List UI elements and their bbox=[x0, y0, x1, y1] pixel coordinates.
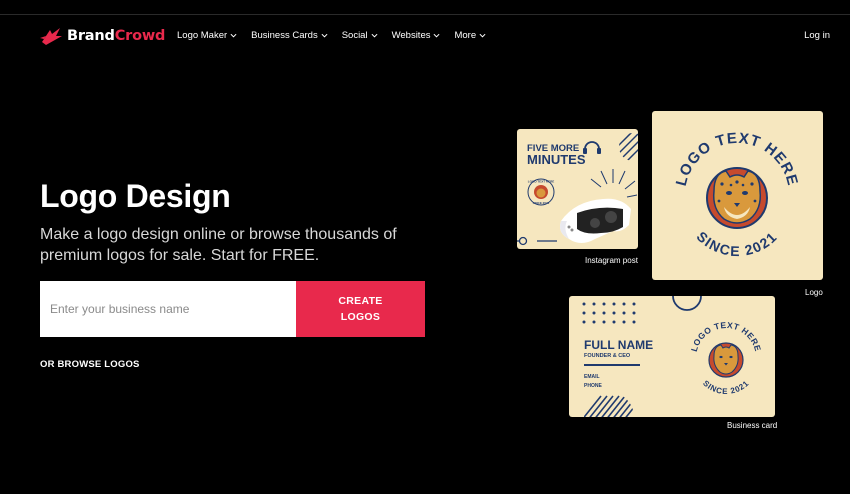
cheetah-icon bbox=[706, 167, 768, 229]
instagram-post-preview[interactable]: FIVE MORE MINUTES LOGO TEXT HERE SINCE 2… bbox=[517, 129, 638, 249]
badge-bottom-text: SINCE 2021 bbox=[533, 201, 550, 205]
brand-name: BrandCrowd bbox=[67, 28, 166, 44]
card-full-name: FULL NAME bbox=[584, 338, 654, 352]
dot-pattern bbox=[582, 302, 636, 324]
business-card-caption: Business card bbox=[727, 421, 778, 430]
nav-websites[interactable]: Websites bbox=[392, 30, 441, 41]
logo-preview[interactable]: LOGO TEXT HERE SINCE 2021 bbox=[652, 111, 823, 280]
badge-top-text: LOGO TEXT HERE bbox=[528, 180, 555, 184]
nav-label: Websites bbox=[391, 30, 431, 41]
nav-business-cards[interactable]: Business Cards bbox=[251, 30, 328, 41]
chevron-down-icon bbox=[433, 33, 440, 38]
instagram-caption: Instagram post bbox=[585, 256, 638, 265]
nav-label: Social bbox=[341, 30, 368, 41]
card-email: EMAIL bbox=[584, 374, 600, 380]
chevron-down-icon bbox=[479, 33, 486, 38]
top-divider bbox=[0, 14, 850, 15]
hero-subtitle: Make a logo design online or browse thou… bbox=[40, 226, 397, 264]
chevron-down-icon bbox=[321, 33, 328, 38]
nav-label: Logo Maker bbox=[177, 30, 228, 41]
chevron-down-icon bbox=[371, 33, 378, 38]
browse-logos-link[interactable]: OR BROWSE LOGOS bbox=[40, 359, 140, 370]
card-arc-bottom: SINCE 2021 bbox=[701, 379, 750, 396]
cta-line1: CREATE bbox=[338, 295, 383, 307]
chevron-down-icon bbox=[230, 33, 237, 38]
business-name-input[interactable] bbox=[40, 281, 296, 337]
nav-logo-maker[interactable]: Logo Maker bbox=[177, 30, 237, 41]
logo-caption: Logo bbox=[805, 288, 823, 297]
logo-artwork: LOGO TEXT HERE SINCE 2021 bbox=[673, 130, 800, 259]
create-logos-button[interactable]: CREATE LOGOS bbox=[296, 281, 425, 337]
business-name-form: CREATE LOGOS bbox=[40, 281, 425, 337]
page-title: Logo Design bbox=[40, 178, 231, 214]
login-link[interactable]: Log in bbox=[804, 30, 830, 41]
instagram-artwork: LOGO TEXT HERE SINCE 2021 bbox=[517, 133, 638, 246]
nav-label: Business Cards bbox=[251, 30, 318, 41]
brand-logo[interactable]: BrandCrowd bbox=[40, 26, 165, 46]
brandcrowd-mark-icon bbox=[40, 28, 62, 45]
card-role: FOUNDER & CEO bbox=[584, 353, 631, 359]
game-controller-icon bbox=[560, 198, 631, 243]
main-nav: Logo Maker Business Cards Social Website… bbox=[177, 30, 500, 41]
business-card-preview[interactable]: LOGO TEXT HERE SINCE 2021 FULL NAME FOUN… bbox=[569, 296, 775, 417]
card-phone: PHONE bbox=[584, 383, 602, 389]
svg-text:SINCE 2021: SINCE 2021 bbox=[701, 379, 751, 396]
nav-label: More bbox=[454, 30, 477, 41]
cta-line2: LOGOS bbox=[340, 311, 381, 323]
nav-social[interactable]: Social bbox=[342, 30, 378, 41]
nav-more[interactable]: More bbox=[454, 30, 486, 41]
card-divider bbox=[584, 364, 640, 366]
svg-text:SINCE 2021: SINCE 2021 bbox=[694, 228, 781, 259]
cheetah-icon bbox=[708, 342, 744, 378]
logo-arc-bottom: SINCE 2021 bbox=[694, 228, 779, 259]
